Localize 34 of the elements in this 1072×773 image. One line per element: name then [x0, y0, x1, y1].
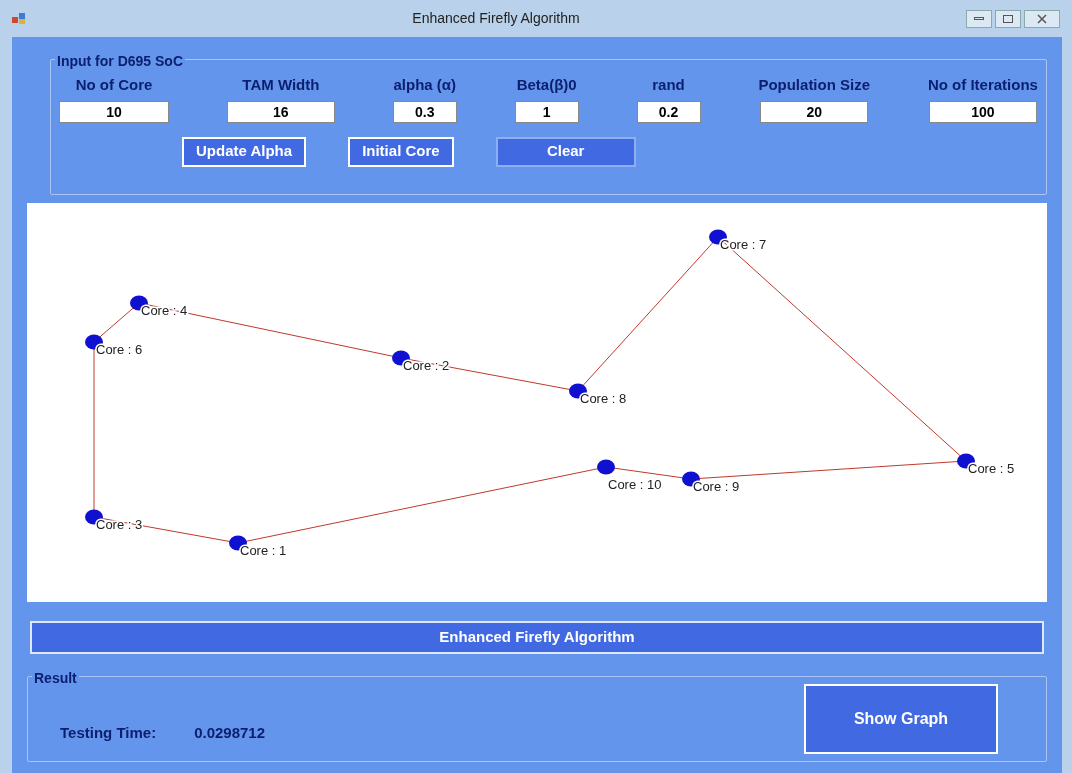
run-button[interactable]: Enhanced Firefly Algorithm — [30, 621, 1044, 654]
node-label: Core : 9 — [693, 479, 740, 494]
action-button[interactable]: Update Alpha — [182, 136, 307, 167]
field-label: No of Iterations — [927, 75, 1038, 95]
result-value: 0.0298712 — [194, 722, 266, 743]
input-field[interactable]: 100 — [928, 100, 1037, 123]
input-field[interactable]: 0.2 — [636, 100, 701, 123]
field-label: Population Size — [758, 75, 871, 95]
node-label: Core : 1 — [240, 543, 287, 558]
action-button[interactable]: Initial Core — [348, 136, 454, 167]
input-field[interactable]: 0.3 — [392, 100, 457, 123]
input-field[interactable]: 16 — [226, 100, 335, 123]
node-label: Core : 6 — [96, 342, 143, 357]
window-title: Enhanced Firefly Algorithm — [412, 10, 580, 26]
field-label: Beta(β)0 — [516, 75, 577, 95]
input-field[interactable]: 10 — [59, 100, 169, 123]
close-icon — [1037, 13, 1047, 24]
input-field[interactable]: 1 — [514, 100, 579, 123]
node-dot — [597, 459, 615, 475]
minimize-button[interactable] — [966, 9, 992, 28]
field-label: rand — [652, 75, 685, 95]
field-label: No of Core — [75, 75, 153, 95]
field-label: alpha (α) — [393, 75, 457, 95]
node-label: Core : 5 — [968, 461, 1015, 476]
show-graph-button[interactable]: Show Graph — [804, 684, 998, 754]
field-label: TAM Width — [242, 75, 320, 95]
maximize-button[interactable] — [995, 9, 1021, 28]
close-button[interactable] — [1024, 9, 1060, 28]
result-label: Testing Time: — [60, 722, 157, 743]
node-label: Core : 10 — [608, 477, 662, 492]
input-field[interactable]: 20 — [760, 100, 869, 123]
node-label: Core : 8 — [580, 391, 627, 406]
app-icon — [12, 12, 26, 25]
action-button[interactable]: Clear — [495, 136, 636, 167]
